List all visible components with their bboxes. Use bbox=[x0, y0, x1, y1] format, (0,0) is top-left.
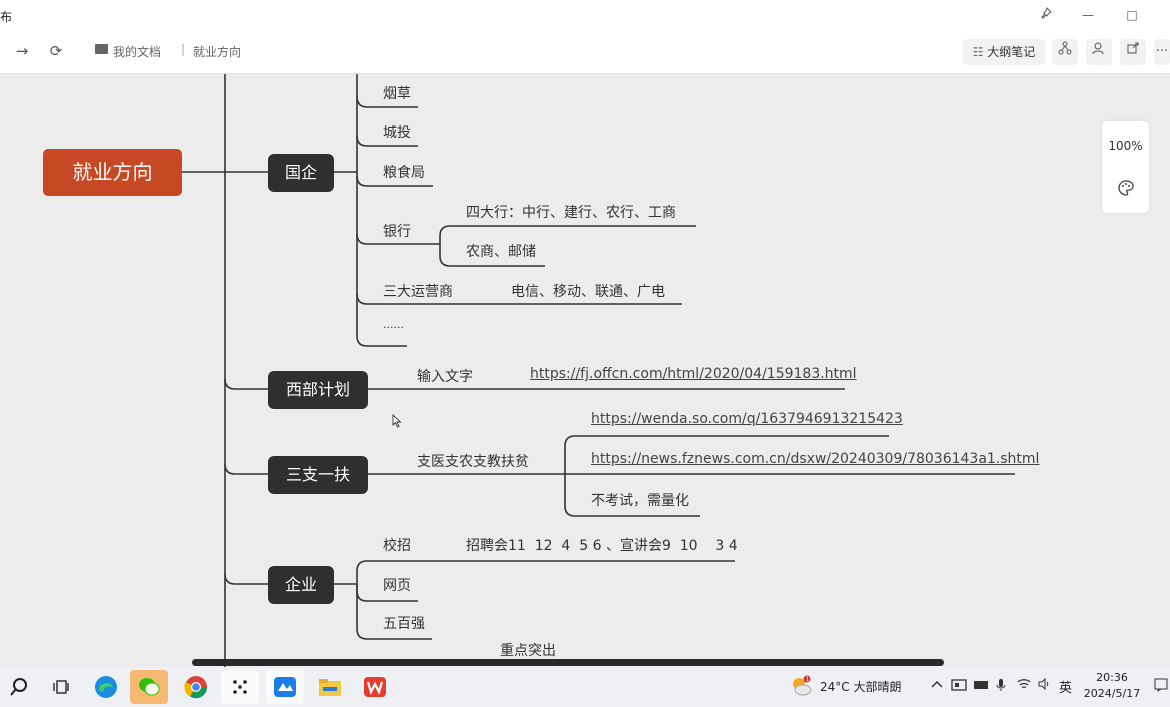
svg-text:1: 1 bbox=[806, 676, 810, 683]
window-title: 布 bbox=[0, 10, 13, 24]
outline-notes-button[interactable]: ☷ 大纲笔记 bbox=[963, 39, 1045, 65]
weather-icon[interactable]: 1 bbox=[790, 675, 812, 697]
leaf-ellipsis[interactable]: ...... bbox=[383, 318, 404, 331]
link-offcn[interactable]: https://fj.offcn.com/html/2020/04/159183… bbox=[530, 366, 857, 382]
clock-time: 20:36 bbox=[1096, 671, 1128, 684]
leaf-tobacco[interactable]: 烟草 bbox=[383, 83, 411, 103]
breadcrumb-separator: | bbox=[181, 42, 186, 56]
tray-app-icon[interactable] bbox=[951, 678, 967, 695]
edge-icon[interactable] bbox=[87, 670, 125, 704]
pin-icon[interactable] bbox=[1036, 6, 1056, 24]
leaf-rural-postal-banks[interactable]: 农商、邮储 bbox=[466, 241, 536, 261]
leaf-big-four-banks[interactable]: 四大行：中行、建行、农行、工商 bbox=[466, 202, 676, 222]
chrome-icon[interactable] bbox=[177, 670, 215, 704]
leaf-carriers[interactable]: 三大运营商 bbox=[383, 281, 453, 301]
collaborate-icon[interactable] bbox=[1086, 39, 1112, 65]
breadcrumb-folder[interactable]: 我的文档 bbox=[113, 43, 161, 60]
input-language[interactable]: 英 bbox=[1059, 677, 1072, 696]
leaf-bank[interactable]: 银行 bbox=[383, 221, 411, 241]
clock-date: 2024/5/17 bbox=[1083, 687, 1141, 700]
leaf-city-investment[interactable]: 城投 bbox=[383, 122, 411, 142]
tray-device-icon[interactable] bbox=[973, 678, 989, 695]
export-icon[interactable] bbox=[1120, 39, 1146, 65]
clock[interactable]: 20:36 2024/5/17 bbox=[1083, 670, 1141, 702]
node-three-supports[interactable]: 三支一扶 bbox=[268, 456, 368, 494]
breadcrumb-current: 就业方向 bbox=[193, 45, 242, 59]
forward-icon[interactable]: → bbox=[11, 40, 33, 62]
node-enterprise[interactable]: 企业 bbox=[268, 566, 334, 604]
node-state-enterprise[interactable]: 国企 bbox=[268, 154, 334, 192]
floating-topic[interactable]: 重点突出 bbox=[500, 640, 556, 660]
mouse-cursor-icon bbox=[392, 414, 402, 428]
link-wenda[interactable]: https://wenda.so.com/q/1637946913215423 bbox=[591, 411, 903, 427]
more-icon[interactable]: ··· bbox=[1154, 39, 1170, 65]
wifi-icon[interactable] bbox=[1017, 678, 1031, 693]
app-dots-icon[interactable] bbox=[221, 670, 259, 704]
file-explorer-icon[interactable] bbox=[311, 670, 349, 704]
chevron-up-icon[interactable] bbox=[931, 678, 943, 692]
tencent-meeting-icon[interactable] bbox=[266, 670, 304, 704]
leaf-support-tasks[interactable]: 支医支农支教扶贫 bbox=[417, 451, 529, 471]
leaf-fortune-500[interactable]: 五百强 bbox=[383, 613, 425, 633]
link-fznews[interactable]: https://news.fznews.com.cn/dsxw/20240309… bbox=[591, 451, 1039, 467]
maximize-button[interactable]: □ bbox=[1122, 6, 1142, 24]
microphone-icon[interactable] bbox=[996, 678, 1006, 695]
list-icon: ☷ bbox=[972, 45, 988, 59]
outline-notes-label: 大纲笔记 bbox=[987, 45, 1036, 59]
task-view-icon[interactable] bbox=[42, 670, 80, 704]
app-window: 布 — □ → ⟳ 我的文档 | 就业方向 ☷ 大纲笔记 ··· 就业方向 国企… bbox=[0, 0, 1170, 707]
leaf-grain-bureau[interactable]: 粮食局 bbox=[383, 162, 425, 182]
weather-text[interactable]: 24°C 大部晴朗 bbox=[820, 678, 901, 695]
leaf-campus-schedule[interactable]: 招聘会11 12 4 5 6 、宣讲会9 10 3 4 bbox=[466, 535, 738, 555]
share-icon[interactable] bbox=[1052, 39, 1078, 65]
mindmap-canvas[interactable]: 就业方向 国企 西部计划 三支一扶 企业 烟草 城投 粮食局 银行 四大行：中行… bbox=[0, 74, 1170, 667]
wps-icon[interactable] bbox=[356, 670, 394, 704]
wechat-icon[interactable] bbox=[130, 670, 168, 704]
horizontal-scrollbar[interactable] bbox=[192, 659, 944, 666]
palette-icon[interactable] bbox=[1116, 179, 1136, 199]
folder-icon bbox=[95, 44, 108, 54]
leaf-campus-recruit[interactable]: 校招 bbox=[383, 535, 411, 555]
refresh-icon[interactable]: ⟳ bbox=[45, 40, 67, 62]
nav-bar: → ⟳ 我的文档 | 就业方向 ☷ 大纲笔记 ··· bbox=[0, 30, 1170, 74]
zoom-panel: 100% bbox=[1102, 121, 1149, 213]
leaf-web[interactable]: 网页 bbox=[383, 575, 411, 595]
volume-icon[interactable] bbox=[1038, 677, 1052, 693]
taskbar: 1 24°C 大部晴朗 英 20:36 2024/5/17 bbox=[0, 667, 1170, 707]
leaf-input-text[interactable]: 输入文字 bbox=[417, 366, 473, 386]
notification-icon[interactable] bbox=[1154, 678, 1168, 695]
node-western-plan[interactable]: 西部计划 bbox=[268, 371, 368, 409]
leaf-carrier-list[interactable]: 电信、移动、联通、广电 bbox=[511, 281, 665, 301]
title-bar: 布 — □ bbox=[0, 0, 1170, 30]
root-node[interactable]: 就业方向 bbox=[43, 149, 182, 196]
zoom-level[interactable]: 100% bbox=[1102, 139, 1149, 153]
minimize-button[interactable]: — bbox=[1078, 6, 1098, 24]
search-icon[interactable] bbox=[0, 670, 38, 704]
leaf-no-exam[interactable]: 不考试，需量化 bbox=[591, 490, 689, 510]
